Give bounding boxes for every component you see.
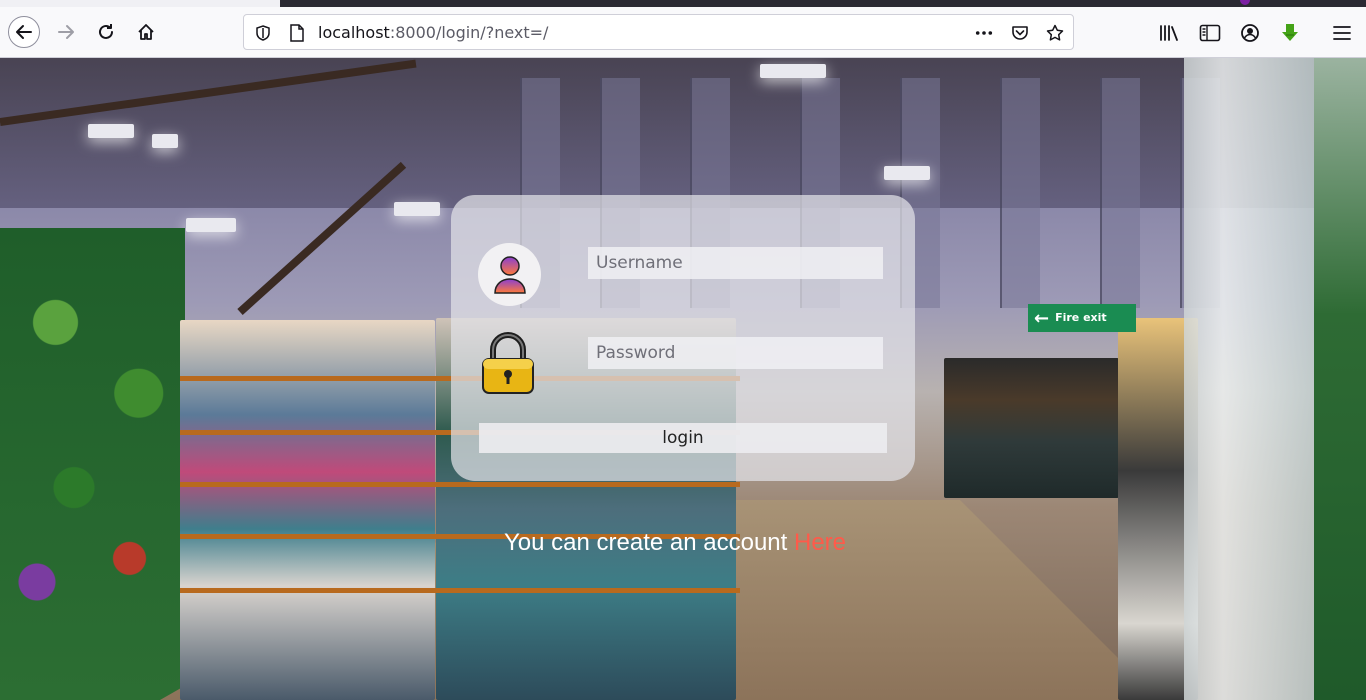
refrigerator-case [1184, 58, 1314, 700]
product-shelf [944, 358, 1119, 498]
side-display [1314, 58, 1366, 700]
ceiling-lamp [760, 64, 826, 78]
download-arrow-icon[interactable] [1278, 21, 1302, 45]
hamburger-menu-icon[interactable] [1330, 21, 1354, 45]
ellipsis-icon[interactable] [975, 24, 993, 42]
arrow-left-icon [16, 25, 32, 39]
ceiling-lamp [88, 124, 134, 138]
warehouse-ceiling [0, 58, 1366, 208]
create-account-prompt: You can create an account [504, 529, 794, 556]
ceiling-lamp [152, 134, 178, 148]
shelf-edge [180, 588, 740, 593]
star-icon[interactable] [1046, 24, 1064, 42]
shelf-edge [180, 482, 740, 487]
url-bar[interactable]: localhost:8000/login/?next=/ [243, 14, 1074, 50]
url-host: localhost [318, 23, 390, 42]
exit-sign-text: Fire exit [1055, 311, 1107, 324]
ceiling-lamp [394, 202, 440, 216]
library-icon[interactable] [1158, 21, 1182, 45]
window-top-strip [0, 0, 1366, 7]
ceiling-lamp [186, 218, 236, 232]
pocket-icon[interactable] [1011, 24, 1029, 42]
ceiling-lamp [884, 166, 930, 180]
exit-arrow-icon: ← [1034, 307, 1050, 329]
arrow-right-icon [58, 25, 74, 39]
forward-button[interactable] [50, 16, 82, 48]
reload-icon [99, 24, 113, 39]
home-button[interactable] [130, 16, 162, 48]
url-path: :8000/login/?next=/ [389, 23, 549, 42]
url-text[interactable]: localhost:8000/login/?next=/ [318, 23, 548, 42]
sidebar-icon[interactable] [1198, 21, 1222, 45]
wall-panel [1000, 78, 1040, 308]
account-icon[interactable] [1238, 21, 1262, 45]
create-account-text: You can create an account Here [504, 529, 846, 557]
seed-packet-display [0, 228, 185, 700]
fire-exit-sign: ← Fire exit [1028, 304, 1136, 332]
tab-strip [280, 0, 1366, 7]
home-icon [138, 24, 154, 40]
back-button[interactable] [8, 16, 40, 48]
padlock-icon [479, 332, 537, 396]
login-button[interactable]: login [479, 423, 887, 453]
page-viewport: ← Fire exit Username login You can creat… [0, 58, 1366, 700]
page-info-icon[interactable] [288, 24, 306, 42]
browser-toolbar: localhost:8000/login/?next=/ [0, 7, 1366, 58]
reload-button[interactable] [90, 16, 122, 48]
username-input[interactable] [588, 247, 883, 279]
wall-panel [1100, 78, 1140, 308]
create-account-link[interactable]: Here [794, 529, 846, 556]
password-input[interactable] [588, 337, 883, 369]
user-avatar-icon [478, 243, 541, 306]
tracking-shield-icon[interactable] [254, 24, 272, 42]
login-card: login [451, 195, 915, 481]
